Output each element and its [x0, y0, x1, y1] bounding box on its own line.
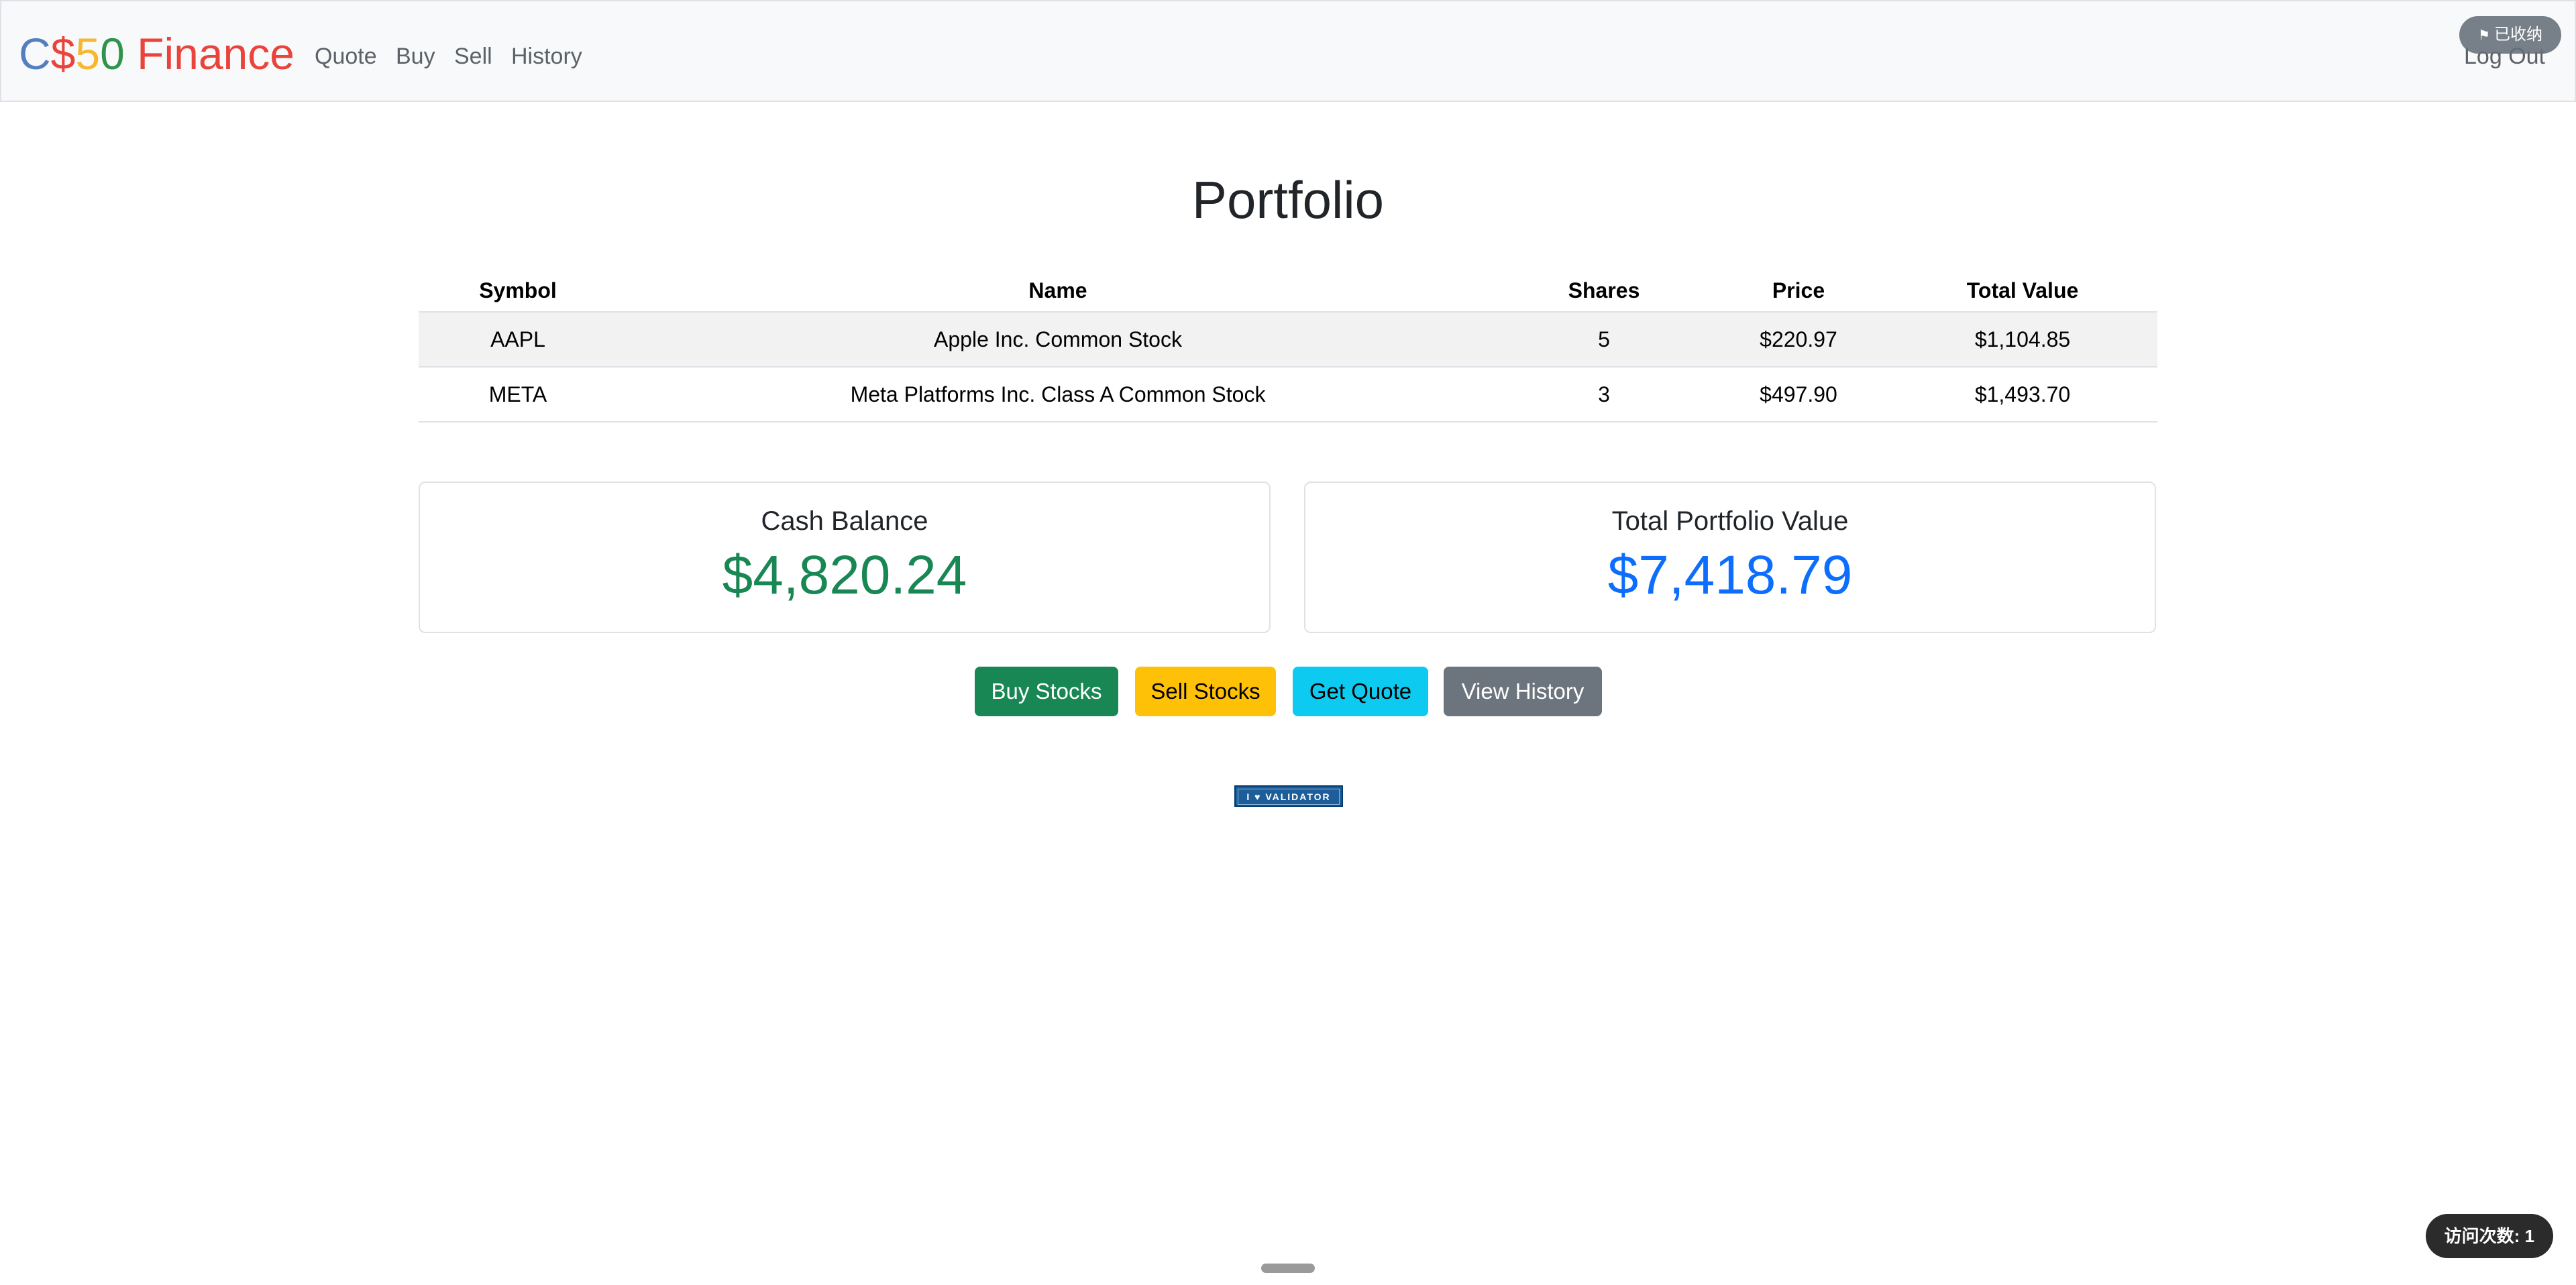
validator-badge-label: I ♥ VALIDATOR [1238, 789, 1340, 805]
collapse-pill-label: 已收纳 [2493, 25, 2542, 44]
brand-logo[interactable]: C$50 Finance [19, 27, 294, 80]
header-symbol: Symbol [479, 278, 557, 302]
table-row: META Meta Platforms Inc. Class A Common … [419, 367, 2157, 422]
brand-word-finance: Finance [124, 29, 294, 78]
cell-price: $497.90 [1760, 382, 1837, 406]
cash-balance-label: Cash Balance [761, 506, 928, 536]
brand-letter-0: 0 [100, 29, 125, 78]
cell-shares: 3 [1598, 382, 1610, 406]
portfolio-table: Symbol Name Shares Price Total Value AAP… [419, 270, 2157, 423]
total-portfolio-card: Total Portfolio Value $7,418.79 [1304, 482, 2156, 633]
header-shares: Shares [1568, 278, 1640, 302]
cash-balance-card: Cash Balance $4,820.24 [419, 482, 1271, 633]
cash-balance-value: $4,820.24 [722, 545, 967, 606]
scroll-handle[interactable] [1261, 1264, 1315, 1273]
header-total-value: Total Value [1966, 278, 2079, 302]
brand-letter-5: 5 [75, 29, 101, 78]
nav-link-quote[interactable]: Quote [315, 42, 377, 71]
nav-link-buy[interactable]: Buy [396, 42, 435, 71]
nav-link-history[interactable]: History [511, 42, 582, 71]
cell-name: Apple Inc. Common Stock [934, 327, 1182, 351]
visit-counter: 访问次数: 1 [2425, 1214, 2553, 1258]
collapse-pill[interactable]: ⚑ 已收纳 [2459, 16, 2561, 54]
cell-symbol: META [488, 382, 547, 406]
cell-total-value: $1,104.85 [1974, 327, 2071, 351]
cell-price: $220.97 [1760, 327, 1837, 351]
get-quote-button[interactable]: Get Quote [1293, 667, 1428, 716]
cell-shares: 5 [1598, 327, 1610, 351]
flag-icon: ⚑ [2478, 28, 2490, 43]
cell-symbol: AAPL [490, 327, 545, 351]
header-price: Price [1772, 278, 1825, 302]
total-portfolio-value: $7,418.79 [1607, 545, 1853, 606]
cell-name: Meta Platforms Inc. Class A Common Stock [850, 382, 1266, 406]
table-row: AAPL Apple Inc. Common Stock 5 $220.97 $… [419, 312, 2157, 367]
nav-link-sell[interactable]: Sell [454, 42, 492, 71]
view-history-button[interactable]: View History [1444, 667, 1602, 716]
brand-letter-c: C [19, 29, 51, 78]
page-title: Portfolio [1191, 170, 1385, 229]
buy-stocks-button[interactable]: Buy Stocks [975, 667, 1118, 716]
cell-total-value: $1,493.70 [1974, 382, 2071, 406]
total-portfolio-label: Total Portfolio Value [1611, 506, 1849, 536]
table-header-row: Symbol Name Shares Price Total Value [419, 270, 2157, 312]
sell-stocks-button[interactable]: Sell Stocks [1135, 667, 1276, 716]
validator-badge[interactable]: I ♥ VALIDATOR [1234, 785, 1343, 807]
header-name: Name [1028, 278, 1087, 302]
brand-letter-dollar: $ [50, 29, 76, 78]
navbar: C$50 Finance Quote Buy Sell History Log … [0, 0, 2576, 102]
